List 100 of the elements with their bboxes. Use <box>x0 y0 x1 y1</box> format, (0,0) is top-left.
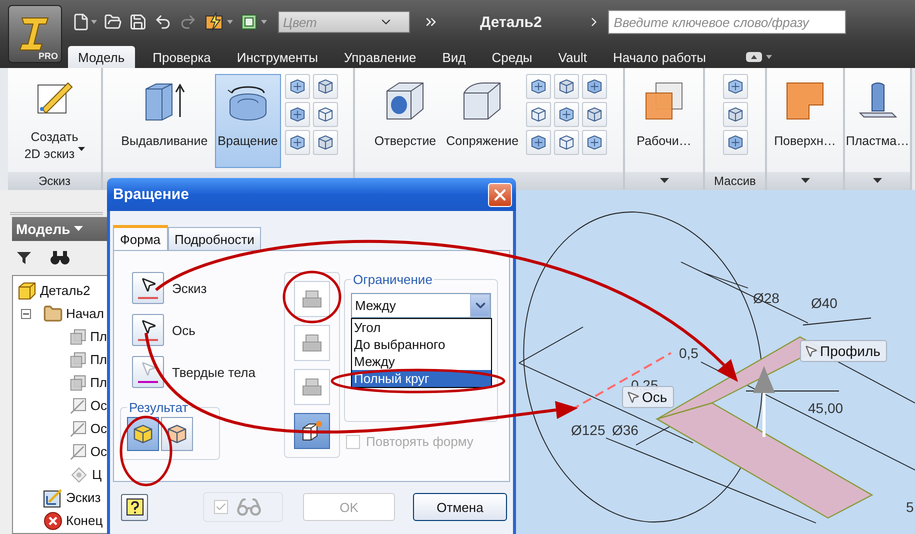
ribbon-tab[interactable]: Проверка <box>142 46 221 68</box>
select-button[interactable] <box>132 314 164 346</box>
ribbon-tab[interactable]: Вид <box>432 46 476 68</box>
small-tool-button[interactable] <box>526 130 551 155</box>
caret-icon[interactable] <box>800 178 810 184</box>
small-tool-button[interactable] <box>554 74 579 99</box>
application-menu-button[interactable]: PRO <box>8 5 62 63</box>
ribbon-tab[interactable]: Инструменты <box>226 46 328 68</box>
ribbon-tool-button[interactable]: Выдавливание <box>118 74 211 168</box>
group-title: Результат <box>128 400 190 415</box>
document-title: Деталь2 <box>480 14 542 30</box>
stacked-box-icon <box>301 333 323 353</box>
ribbon-tab[interactable]: Vault <box>548 46 597 68</box>
cube-tool-icon <box>558 78 575 95</box>
small-tool-button[interactable] <box>582 74 607 99</box>
ribbon-tool-button[interactable]: Сопряжение <box>443 74 522 168</box>
cube-tool-icon <box>288 134 306 151</box>
cube-tool-icon <box>530 134 547 151</box>
cursor-icon <box>804 344 818 358</box>
tooltip-text: Профиль <box>820 343 880 359</box>
cube-spark-icon <box>300 419 324 443</box>
cube-tool-icon <box>316 134 334 151</box>
close-button[interactable] <box>488 182 512 206</box>
small-tool-button[interactable] <box>722 102 748 127</box>
tree-item[interactable]: Ос <box>90 421 107 436</box>
small-tool-button[interactable] <box>312 130 338 155</box>
tree-item[interactable]: Эскиз <box>66 490 101 505</box>
dropdown-arrow-button[interactable] <box>470 294 490 317</box>
small-tool-button[interactable] <box>526 74 551 99</box>
small-tool-button[interactable] <box>722 130 748 155</box>
cube-tool-icon <box>558 106 575 123</box>
plane-icon <box>69 326 88 346</box>
small-tool-button[interactable] <box>284 130 310 155</box>
search-field[interactable]: Введите ключевое слово/фразу <box>608 10 846 34</box>
result-option-button[interactable] <box>161 417 193 451</box>
cursor-icon <box>140 318 156 335</box>
error-icon <box>43 510 63 530</box>
dimension-label: Ø125 <box>571 422 606 438</box>
tree-item[interactable]: Конец <box>66 513 103 528</box>
cube-tool-icon <box>288 106 306 123</box>
output-button[interactable] <box>294 413 330 449</box>
redo-icon[interactable] <box>179 13 197 31</box>
tree-item[interactable]: Ос <box>90 398 107 413</box>
select-button[interactable] <box>132 272 164 304</box>
browser-menu-button[interactable]: Модель <box>12 217 107 241</box>
plane-icon <box>69 350 88 370</box>
ribbon-tab[interactable]: Модель <box>68 46 135 68</box>
filter-icon[interactable] <box>16 250 32 266</box>
caret-icon[interactable] <box>660 178 668 184</box>
ribbon-tool-button[interactable]: Пластма… <box>842 74 912 168</box>
small-tool-button[interactable] <box>722 74 748 99</box>
ribbon-tab[interactable]: Управление <box>334 46 426 68</box>
ribbon-tab[interactable]: Среды <box>482 46 542 68</box>
dialog-tab[interactable]: Форма <box>113 225 168 250</box>
small-tool-button[interactable] <box>582 130 607 155</box>
small-tool-button[interactable] <box>312 74 338 99</box>
small-tool-button[interactable] <box>284 102 310 127</box>
caret-icon[interactable] <box>873 178 882 184</box>
tree-item[interactable]: Пл <box>90 329 107 344</box>
small-tool-button[interactable] <box>312 102 338 127</box>
minus-icon <box>23 310 29 316</box>
dialog-button[interactable]: Отмена <box>413 493 507 521</box>
color-dropdown[interactable]: Цвет <box>278 11 410 33</box>
outline-cube-icon <box>166 423 188 445</box>
small-tool-button[interactable] <box>284 74 310 99</box>
tree-item[interactable]: Ц <box>92 467 102 482</box>
tree-item[interactable]: Деталь2 <box>40 283 90 298</box>
ribbon-tool-button[interactable]: Создать 2D эскиз <box>21 74 88 168</box>
tree-item[interactable]: Пл <box>90 375 107 390</box>
undo-icon[interactable] <box>154 13 172 31</box>
select-button[interactable] <box>132 356 164 388</box>
color-input[interactable]: Цвет <box>279 14 379 30</box>
caret-icon <box>74 226 84 232</box>
small-tool-button[interactable] <box>526 102 551 127</box>
help-button[interactable] <box>121 494 148 520</box>
field-label: Твердые тела <box>172 364 256 380</box>
cube-tool-icon <box>586 78 603 95</box>
group-title: Ограничение <box>352 272 434 287</box>
small-tool-button[interactable] <box>554 130 579 155</box>
dimension-label: 0,5 <box>679 345 698 361</box>
collapse-toggle[interactable] <box>21 308 31 318</box>
small-tool-button[interactable] <box>582 102 607 127</box>
annotation-circle <box>120 416 172 486</box>
binoculars-icon[interactable] <box>50 250 70 266</box>
tree-item[interactable]: Начал <box>66 306 104 321</box>
open-folder-icon[interactable] <box>104 13 122 31</box>
save-icon[interactable] <box>129 13 147 31</box>
small-tool-button[interactable] <box>554 102 579 127</box>
solid-cube-icon <box>132 423 154 445</box>
ribbon-tool-button[interactable]: Вращение <box>214 74 281 168</box>
plane-icon <box>69 372 88 392</box>
tree-item[interactable]: Ос <box>90 444 107 459</box>
dialog-tab[interactable]: Подробности <box>168 227 262 250</box>
ribbon-tool-button[interactable]: Отверстие <box>371 74 440 168</box>
direction-arrow <box>753 366 775 437</box>
tree-item[interactable]: Пл <box>90 352 107 367</box>
ribbon-tab[interactable]: Начало работы <box>602 46 716 68</box>
cursor-icon <box>626 390 640 404</box>
new-file-icon[interactable] <box>72 13 90 31</box>
result-option-button[interactable] <box>127 417 159 451</box>
